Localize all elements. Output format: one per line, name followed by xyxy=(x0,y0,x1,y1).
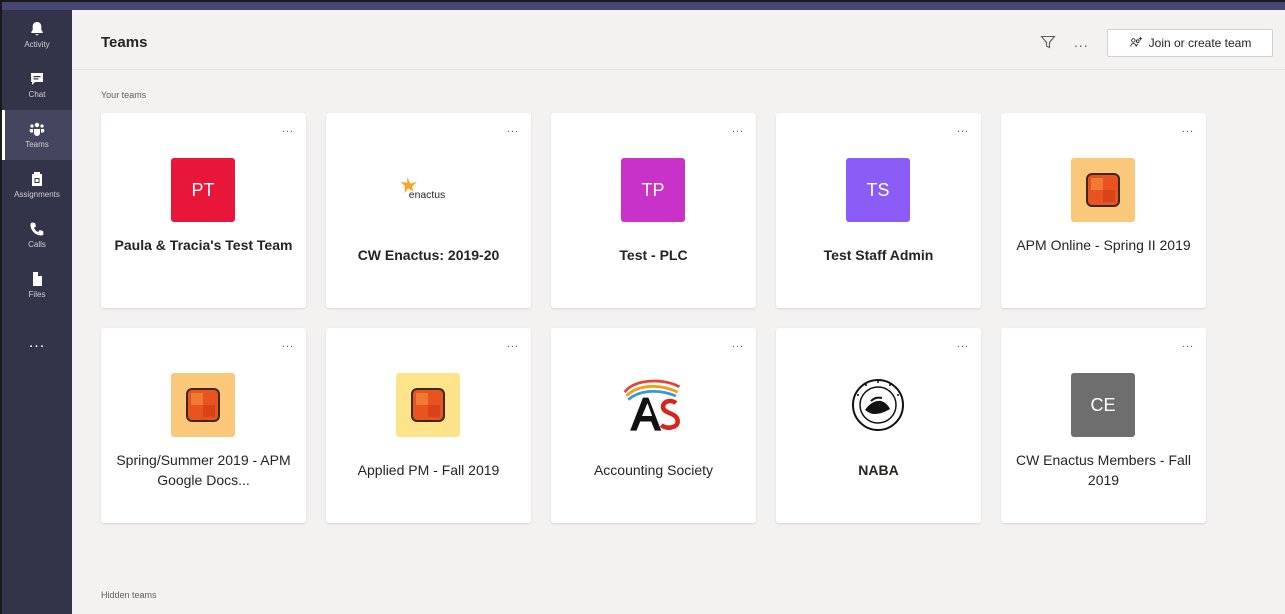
team-card[interactable]: ... NABA xyxy=(776,328,981,523)
rail-item-files[interactable]: Files xyxy=(2,260,72,310)
team-card[interactable]: ... TS Test Staff Admin xyxy=(776,113,981,308)
team-card-more-button[interactable]: ... xyxy=(507,123,519,135)
team-name: CW Enactus: 2019-20 xyxy=(357,247,500,263)
team-name: Applied PM - Fall 2019 xyxy=(357,462,500,478)
file-icon xyxy=(33,272,42,286)
team-card-more-button[interactable]: ... xyxy=(507,338,519,350)
team-avatar: TP xyxy=(621,158,685,222)
team-name: APM Online - Spring II 2019 xyxy=(1016,237,1191,253)
rail-label-chat: Chat xyxy=(28,90,46,99)
team-name: Test - PLC xyxy=(619,247,688,263)
header-more-button[interactable]: ... xyxy=(1074,34,1089,50)
team-card-more-button[interactable]: ... xyxy=(957,338,969,350)
team-card-more-button[interactable]: ... xyxy=(1182,123,1194,135)
team-card[interactable]: ... Applied PM - Fall 2019 xyxy=(326,328,531,523)
rail-label-assignments: Assignments xyxy=(14,190,60,199)
filter-icon[interactable] xyxy=(1040,34,1056,50)
rail-more-button[interactable]: ... xyxy=(2,328,72,358)
page-header: Teams ... Join or create team xyxy=(72,10,1285,70)
team-card[interactable]: ... Accounting Society xyxy=(551,328,756,523)
team-card-more-button[interactable]: ... xyxy=(732,338,744,350)
bell-icon xyxy=(31,22,43,36)
teams-icon xyxy=(29,122,45,136)
team-card[interactable]: ... TP Test - PLC xyxy=(551,113,756,308)
rail-item-assignments[interactable]: Assignments xyxy=(2,160,72,210)
rail-label-calls: Calls xyxy=(28,240,46,249)
title-bar xyxy=(2,2,1285,10)
chat-icon xyxy=(31,73,43,85)
team-name: Test Staff Admin xyxy=(823,247,934,263)
team-card-more-button[interactable]: ... xyxy=(957,123,969,135)
team-avatar: CE xyxy=(1071,373,1135,437)
team-card-more-button[interactable]: ... xyxy=(282,123,294,135)
team-avatar: PT xyxy=(171,158,235,222)
phone-icon xyxy=(30,222,44,236)
join-button-label: Join or create team xyxy=(1148,36,1252,50)
rail-label-activity: Activity xyxy=(24,40,50,49)
team-avatar: TS xyxy=(846,158,910,222)
team-name: NABA xyxy=(858,462,899,478)
team-name: Paula & Tracia's Test Team xyxy=(114,237,293,253)
enactus-logo: enactus xyxy=(396,158,460,222)
team-card[interactable]: ... CE CW Enactus Members - Fall 2019 xyxy=(1001,328,1206,523)
team-tile-logo xyxy=(171,373,235,437)
team-name: Spring/Summer 2019 - APM Google Docs... xyxy=(116,452,291,488)
page-title: Teams xyxy=(101,34,148,51)
main-area: Teams ... Join or create team Your teams… xyxy=(72,10,1285,614)
rail-label-files: Files xyxy=(28,290,46,299)
team-card[interactable]: ... enactus CW Enactus: 2019-20 xyxy=(326,113,531,308)
rail-item-teams[interactable]: Teams xyxy=(2,110,72,160)
team-name: CW Enactus Members - Fall 2019 xyxy=(1015,452,1192,488)
team-card[interactable]: ... PT Paula & Tracia's Test Team xyxy=(101,113,306,308)
assignments-icon xyxy=(32,172,42,186)
rail-item-chat[interactable]: Chat xyxy=(2,60,72,110)
rail-item-calls[interactable]: Calls xyxy=(2,210,72,260)
team-card[interactable]: ... Spring/Summer 2019 - APM Google Docs… xyxy=(101,328,306,523)
team-tile-logo xyxy=(396,373,460,437)
enactus-logo-text: enactus xyxy=(409,190,445,201)
team-card[interactable]: ... APM Online - Spring II 2019 xyxy=(1001,113,1206,308)
team-card-more-button[interactable]: ... xyxy=(282,338,294,350)
join-or-create-team-button[interactable]: Join or create team xyxy=(1107,29,1273,57)
team-name: Accounting Society xyxy=(593,462,714,478)
team-card-more-button[interactable]: ... xyxy=(1182,338,1194,350)
app-rail: Activity Chat Teams Assignments Calls Fi… xyxy=(2,10,72,614)
team-tile-logo xyxy=(1071,158,1135,222)
section-label-hidden-teams: Hidden teams xyxy=(101,590,157,600)
accounting-society-logo xyxy=(621,373,685,437)
rail-item-activity[interactable]: Activity xyxy=(2,10,72,60)
rail-label-teams: Teams xyxy=(25,140,49,149)
naba-seal-logo xyxy=(846,373,910,437)
add-team-icon xyxy=(1129,36,1142,47)
team-card-more-button[interactable]: ... xyxy=(732,123,744,135)
section-label-your-teams: Your teams xyxy=(101,90,147,100)
